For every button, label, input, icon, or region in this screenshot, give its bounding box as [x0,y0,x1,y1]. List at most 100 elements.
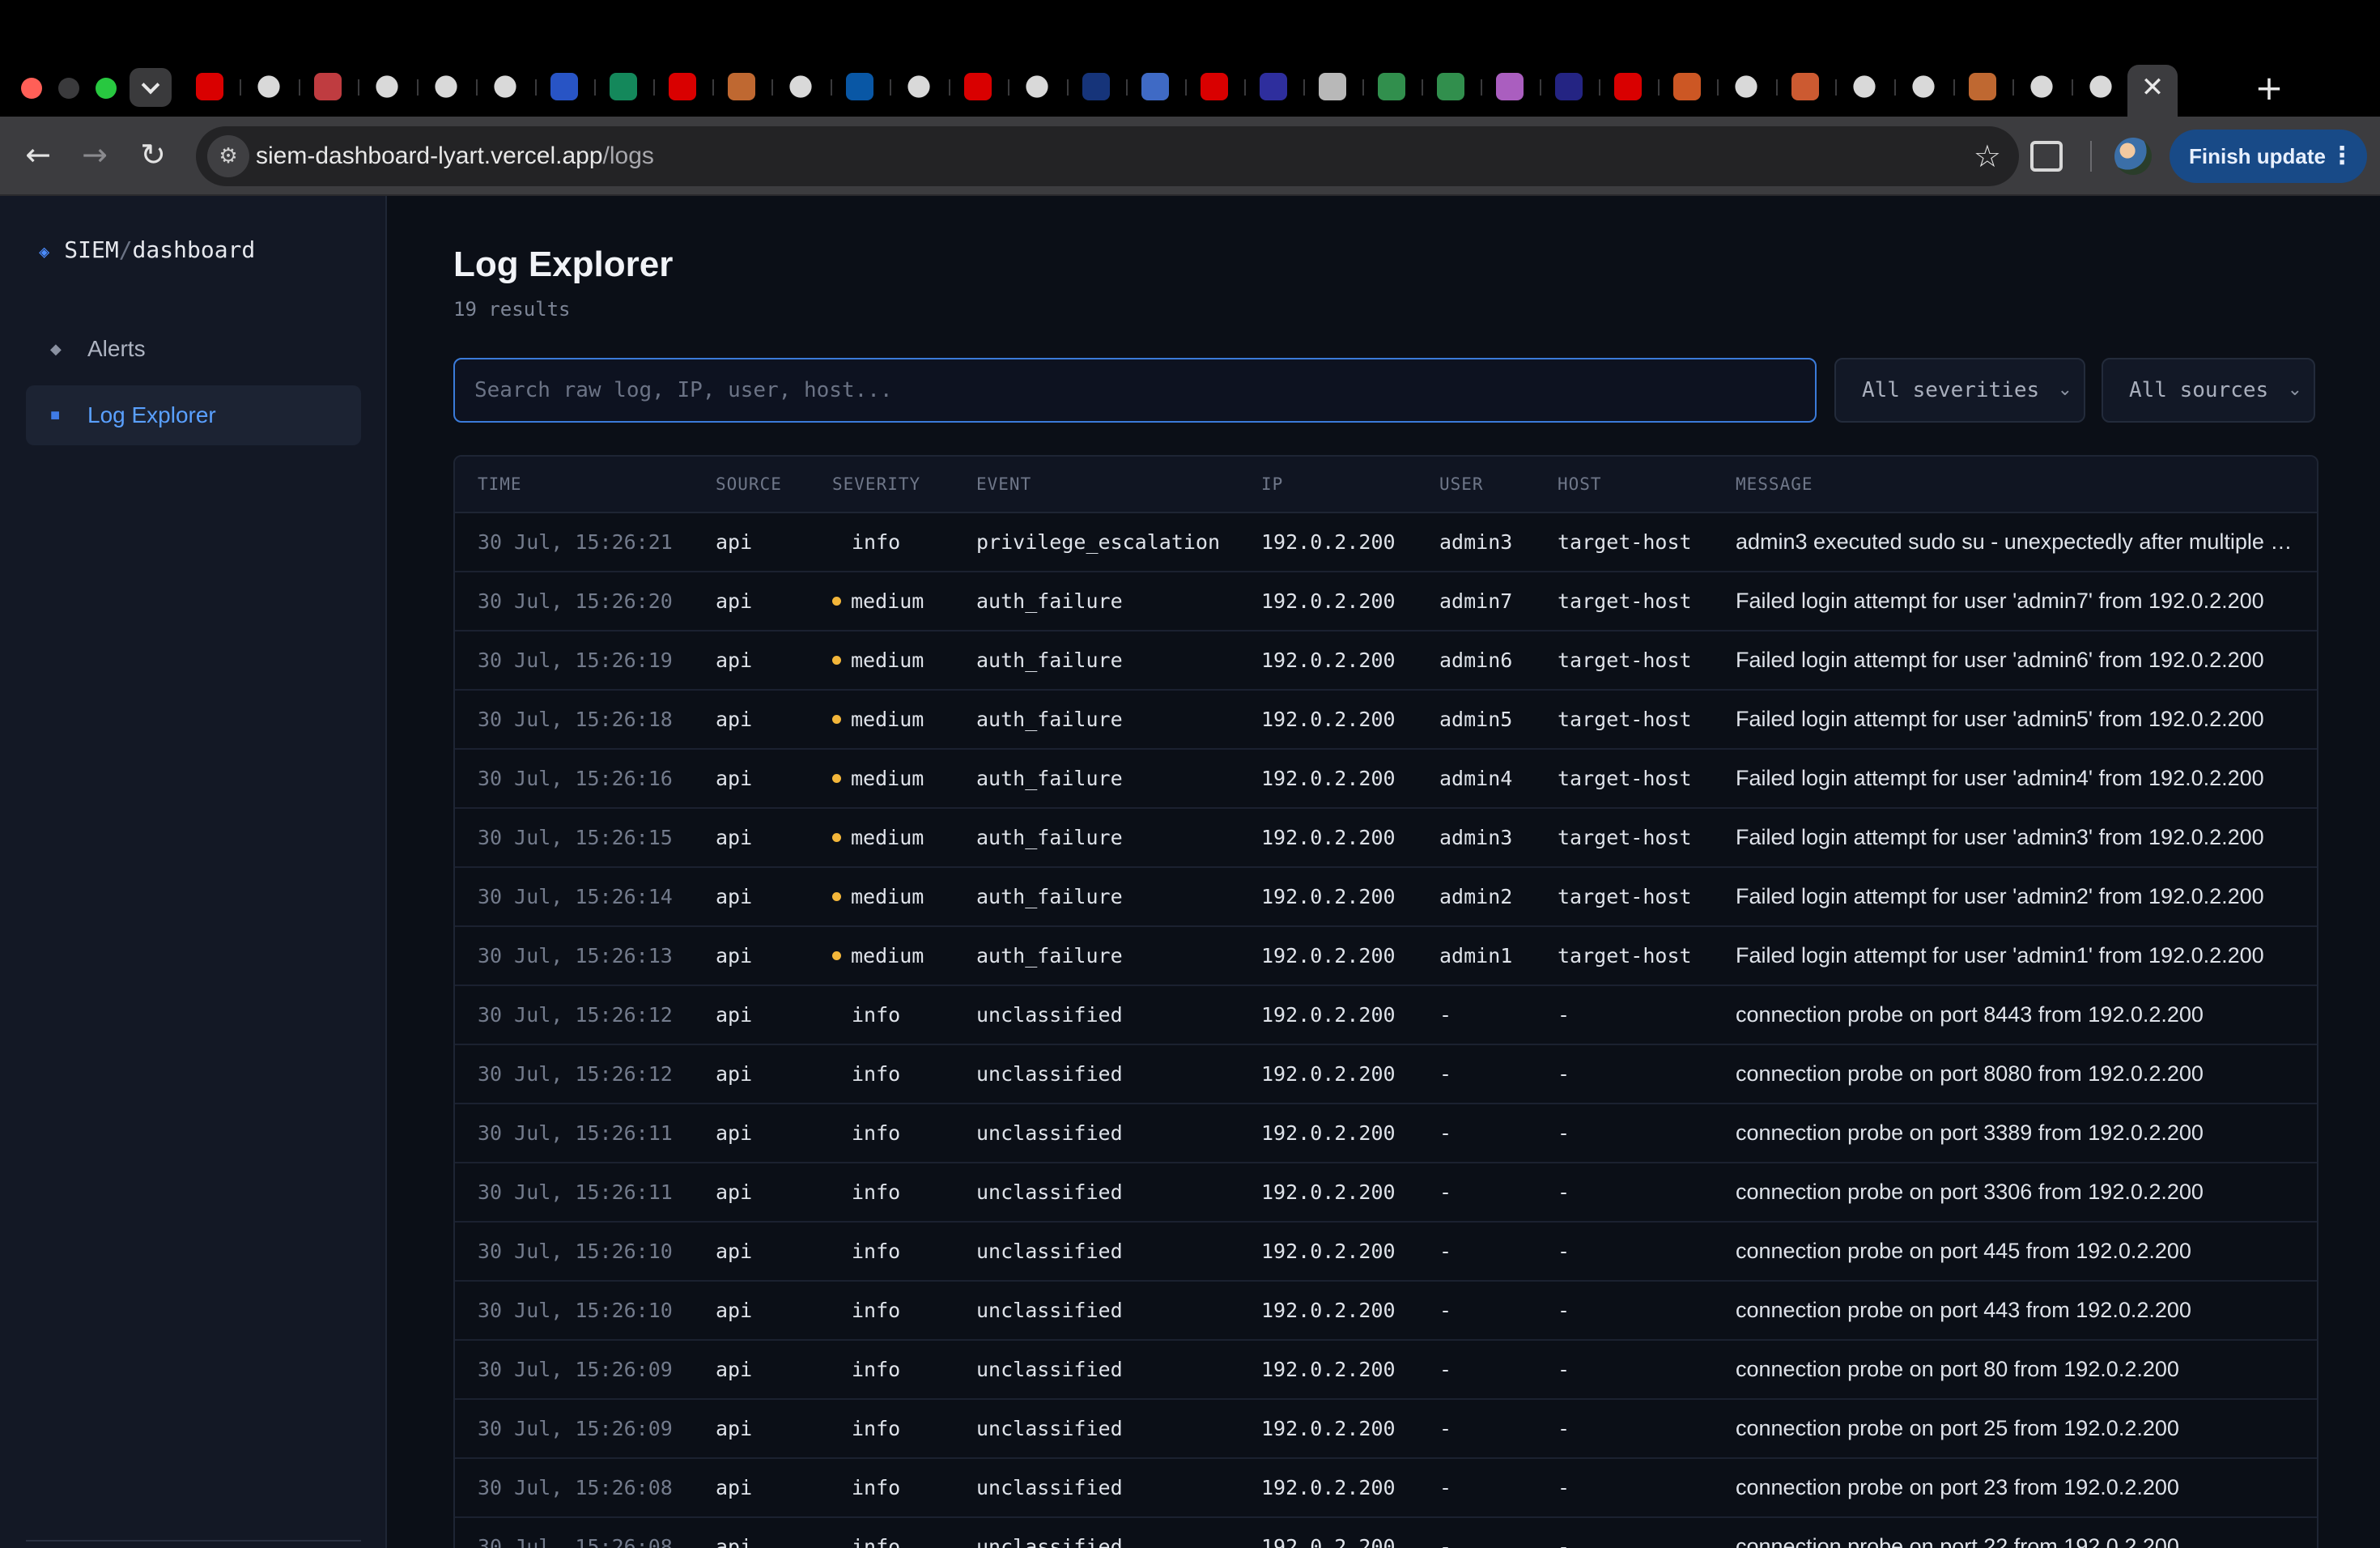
window-minimize-button[interactable] [58,78,79,99]
pinned-tab-favicon[interactable] [1735,75,1757,98]
site-info-icon[interactable]: ⚙ [207,135,249,177]
cell-event: unclassified [954,1045,1239,1104]
tab-separator [1422,79,1423,96]
cell-message: connection probe on port 22 from 192.0.2… [1713,1518,2317,1548]
cell-ip: 192.0.2.200 [1239,1341,1417,1400]
pinned-tab-favicon[interactable] [1673,73,1701,100]
column-header-ip[interactable]: IP [1239,457,1417,513]
brand-logo[interactable]: ◈ SIEM/dashboard [39,236,255,263]
pinned-tab-favicon[interactable] [1026,75,1048,98]
pinned-tab-favicon[interactable] [1853,75,1876,98]
severity-badge: medium [832,767,924,790]
reload-icon[interactable]: ↻ [133,134,173,175]
cell-user: - [1417,986,1535,1045]
window-zoom-button[interactable] [96,78,117,99]
bookmark-star-icon[interactable]: ☆ [1974,136,2001,176]
square-icon: ■ [50,406,61,424]
table-row[interactable]: 30 Jul, 15:26:10 api info unclassified 192.0… [455,1282,2317,1341]
severity-label: info [852,1299,901,1322]
pinned-tab-favicon[interactable] [314,73,342,100]
pinned-tab-favicon[interactable] [1260,73,1287,100]
extensions-puzzle-icon[interactable] [2030,141,2063,172]
pinned-tab-favicon[interactable] [257,75,280,98]
forward-arrow-icon[interactable]: → [74,134,115,175]
table-row[interactable]: 30 Jul, 15:26:12 api info unclassified 192.0… [455,986,2317,1045]
pinned-tab-favicon[interactable] [1555,73,1583,100]
severity-dot-icon [832,832,841,842]
finish-update-button[interactable]: Finish update ⋮ [2170,130,2367,183]
url-text[interactable]: siem-dashboard-lyart.vercel.app/logs [256,142,654,170]
table-row[interactable]: 30 Jul, 15:26:08 api info unclassified 192.0… [455,1459,2317,1518]
pinned-tab-favicon[interactable] [789,75,812,98]
pinned-tab-favicon[interactable] [1378,73,1405,100]
pinned-tab-favicon[interactable] [196,73,223,100]
cell-event: unclassified [954,1341,1239,1400]
search-input[interactable] [453,358,1817,423]
pinned-tab-favicon[interactable] [669,73,696,100]
pinned-tab-favicon[interactable] [1082,73,1110,100]
pinned-tab-favicon[interactable] [1614,73,1642,100]
table-row[interactable]: 30 Jul, 15:26:11 api info unclassified 192.0… [455,1104,2317,1163]
table-row[interactable]: 30 Jul, 15:26:15 api medium auth_failure 192… [455,809,2317,868]
table-row[interactable]: 30 Jul, 15:26:09 api info unclassified 192.0… [455,1400,2317,1459]
table-row[interactable]: 30 Jul, 15:26:14 api medium auth_failure 192… [455,868,2317,927]
table-row[interactable]: 30 Jul, 15:26:16 api medium auth_failure 192… [455,750,2317,809]
column-header-event[interactable]: EVENT [954,457,1239,513]
pinned-tab-favicon[interactable] [964,73,992,100]
source-filter-select[interactable]: All sources ⌄ [2102,358,2315,423]
column-header-severity[interactable]: SEVERITY [810,457,954,513]
pinned-tab-favicon[interactable] [2089,75,2112,98]
address-bar[interactable]: ⚙ siem-dashboard-lyart.vercel.app/logs ☆ [196,126,2019,186]
severity-filter-select[interactable]: All severities ⌄ [1834,358,2085,423]
profile-avatar[interactable] [2114,138,2152,175]
pinned-tab-favicon[interactable] [846,73,873,100]
sidebar-item-alerts[interactable]: ◆ Alerts [26,319,361,379]
pinned-tab-favicon[interactable] [376,75,398,98]
back-arrow-icon[interactable]: ← [18,134,58,175]
table-row[interactable]: 30 Jul, 15:26:20 api medium auth_failure 192… [455,572,2317,632]
table-row[interactable]: 30 Jul, 15:26:10 api info unclassified 192.0… [455,1223,2317,1282]
severity-label: medium [851,589,924,613]
window-close-button[interactable] [21,78,42,99]
column-header-host[interactable]: HOST [1535,457,1713,513]
close-tab-icon[interactable]: ✕ [2138,71,2167,104]
table-row[interactable]: 30 Jul, 15:26:18 api medium auth_failure 192… [455,691,2317,750]
cell-time: 30 Jul, 15:26:19 [455,632,693,691]
cell-user: - [1417,1400,1535,1459]
pinned-tab-favicon[interactable] [1437,73,1464,100]
cell-event: unclassified [954,1163,1239,1223]
column-header-time[interactable]: TIME [455,457,693,513]
new-tab-button[interactable]: + [2249,70,2289,107]
pinned-tab-favicon[interactable] [907,75,930,98]
pinned-tab-favicon[interactable] [1319,73,1346,100]
cell-ip: 192.0.2.200 [1239,1400,1417,1459]
tab-search-button[interactable] [130,68,172,107]
pinned-tab-favicon[interactable] [550,73,578,100]
table-row[interactable]: 30 Jul, 15:26:08 api info unclassified 192.0… [455,1518,2317,1548]
table-row[interactable]: 30 Jul, 15:26:21 api info privilege_escalat… [455,513,2317,572]
table-row[interactable]: 30 Jul, 15:26:11 api info unclassified 192.0… [455,1163,2317,1223]
pinned-tab-favicon[interactable] [435,75,457,98]
pinned-tab-favicon[interactable] [1496,73,1524,100]
cell-event: unclassified [954,1282,1239,1341]
pinned-tab-favicon[interactable] [1912,75,1935,98]
pinned-tab-favicon[interactable] [1141,73,1169,100]
table-row[interactable]: 30 Jul, 15:26:19 api medium auth_failure 192… [455,632,2317,691]
cell-ip: 192.0.2.200 [1239,1518,1417,1548]
pinned-tab-favicon[interactable] [1791,73,1819,100]
cell-user: - [1417,1104,1535,1163]
pinned-tab-favicon[interactable] [494,75,516,98]
column-header-user[interactable]: USER [1417,457,1535,513]
table-row[interactable]: 30 Jul, 15:26:12 api info unclassified 192.0… [455,1045,2317,1104]
pinned-tab-favicon[interactable] [728,73,755,100]
column-header-source[interactable]: SOURCE [693,457,810,513]
table-row[interactable]: 30 Jul, 15:26:13 api medium auth_failure 192… [455,927,2317,986]
pinned-tab-favicon[interactable] [1201,73,1228,100]
table-row[interactable]: 30 Jul, 15:26:09 api info unclassified 192.0… [455,1341,2317,1400]
pinned-tab-favicon[interactable] [610,73,637,100]
sidebar-item-log-explorer[interactable]: ■ Log Explorer [26,385,361,445]
source-filter-value: All sources [2129,378,2269,402]
pinned-tab-favicon[interactable] [2030,75,2053,98]
pinned-tab-favicon[interactable] [1969,73,1996,100]
column-header-message[interactable]: MESSAGE [1713,457,2317,513]
